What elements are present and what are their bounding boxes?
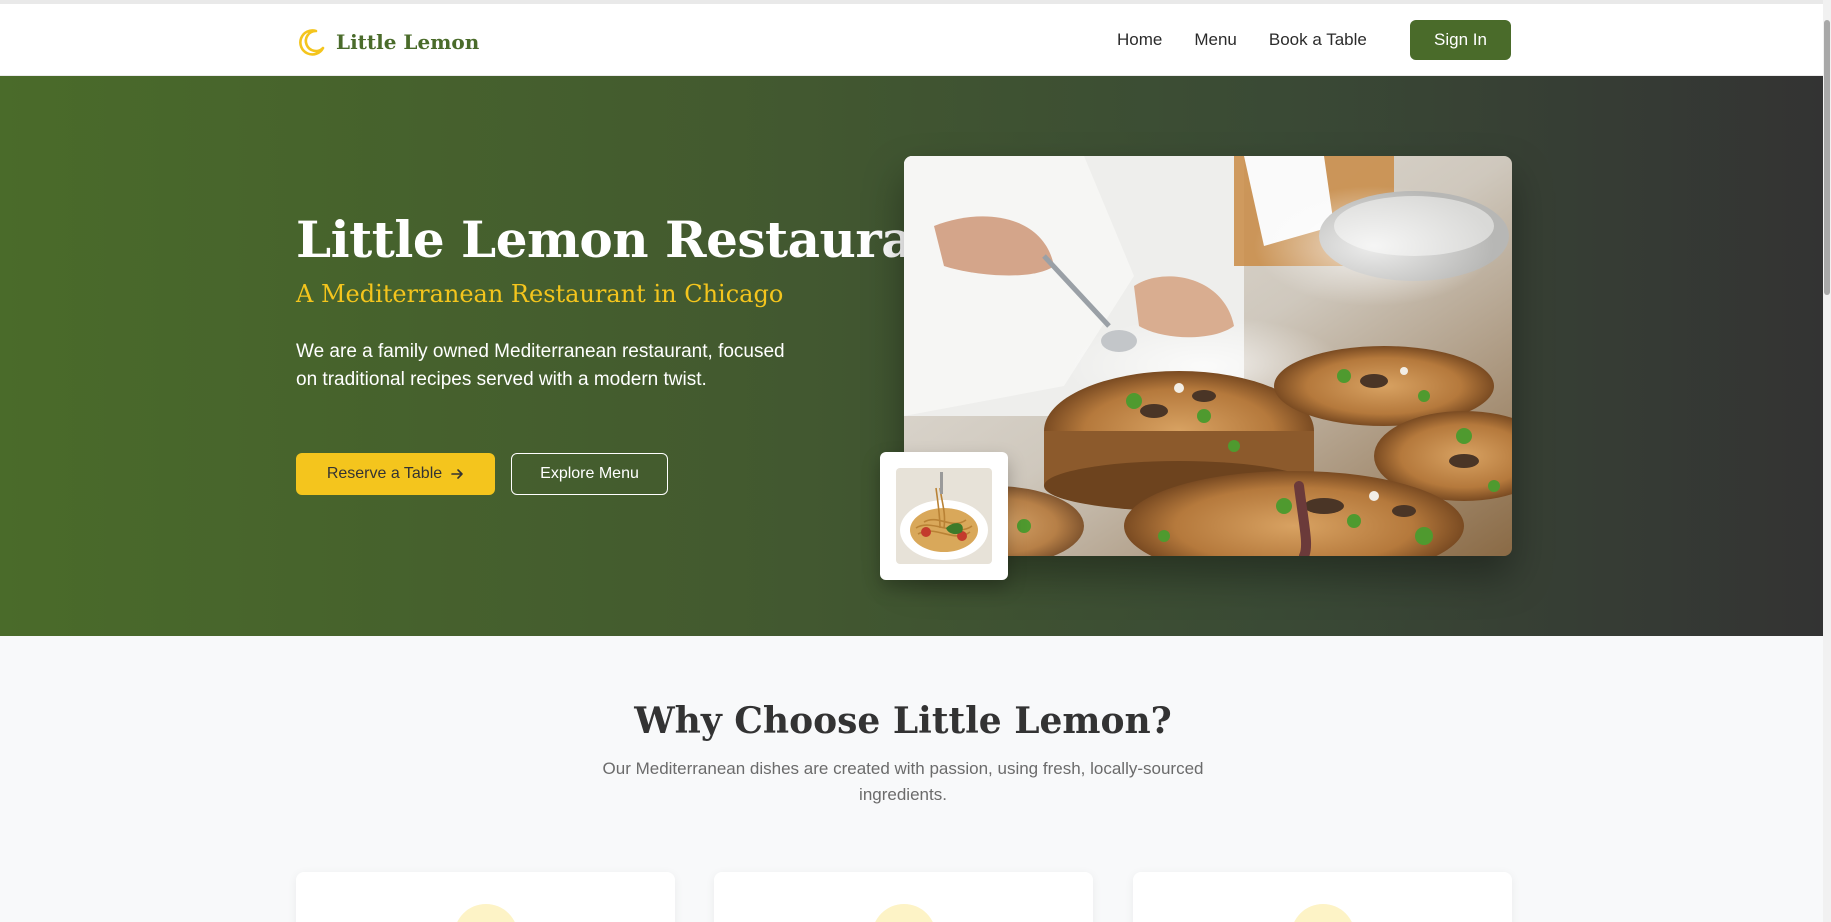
feature-icon: [872, 904, 936, 922]
crescent-moon-icon: [299, 29, 325, 56]
sign-in-button[interactable]: Sign In: [1410, 20, 1511, 60]
arrow-right-icon: [451, 469, 463, 479]
reserve-table-button[interactable]: Reserve a Table: [296, 453, 495, 495]
main-nav: Home Menu Book a Table: [1117, 20, 1399, 60]
features-title: Why Choose Little Lemon?: [634, 700, 1172, 742]
logo-text: Little Lemon: [336, 30, 480, 54]
nav-book-a-table[interactable]: Book a Table: [1269, 30, 1367, 50]
pasta-thumbnail-card[interactable]: [880, 452, 1008, 580]
feature-icon: [454, 904, 518, 922]
nav-menu[interactable]: Menu: [1194, 30, 1237, 50]
features-section: Why Choose Little Lemon? Our Mediterrane…: [0, 636, 1823, 922]
feature-card: [714, 872, 1093, 922]
reserve-table-label: Reserve a Table: [326, 465, 443, 482]
feature-card: [296, 872, 675, 922]
hero-description: We are a family owned Mediterranean rest…: [296, 341, 785, 390]
logo[interactable]: Little Lemon: [296, 26, 479, 58]
nav-home[interactable]: Home: [1117, 30, 1162, 50]
hero-subtitle: A Mediterranean Restaurant in Chicago: [296, 280, 784, 308]
scrollbar-thumb[interactable]: [1824, 20, 1830, 295]
hero-title: Little Lemon Restaurant: [296, 210, 972, 269]
page-scrollbar[interactable]: [1823, 0, 1831, 922]
feature-card: [1133, 872, 1512, 922]
pasta-thumbnail-image: [896, 468, 992, 564]
features-description: Our Mediterranean dishes are created wit…: [602, 759, 1204, 804]
site-header: Little Lemon Home Menu Book a Table Sign…: [0, 4, 1823, 76]
feature-icon: [1291, 904, 1355, 922]
explore-menu-button[interactable]: Explore Menu: [511, 453, 668, 495]
hero-section: Little Lemon Restaurant A Mediterranean …: [0, 76, 1823, 636]
